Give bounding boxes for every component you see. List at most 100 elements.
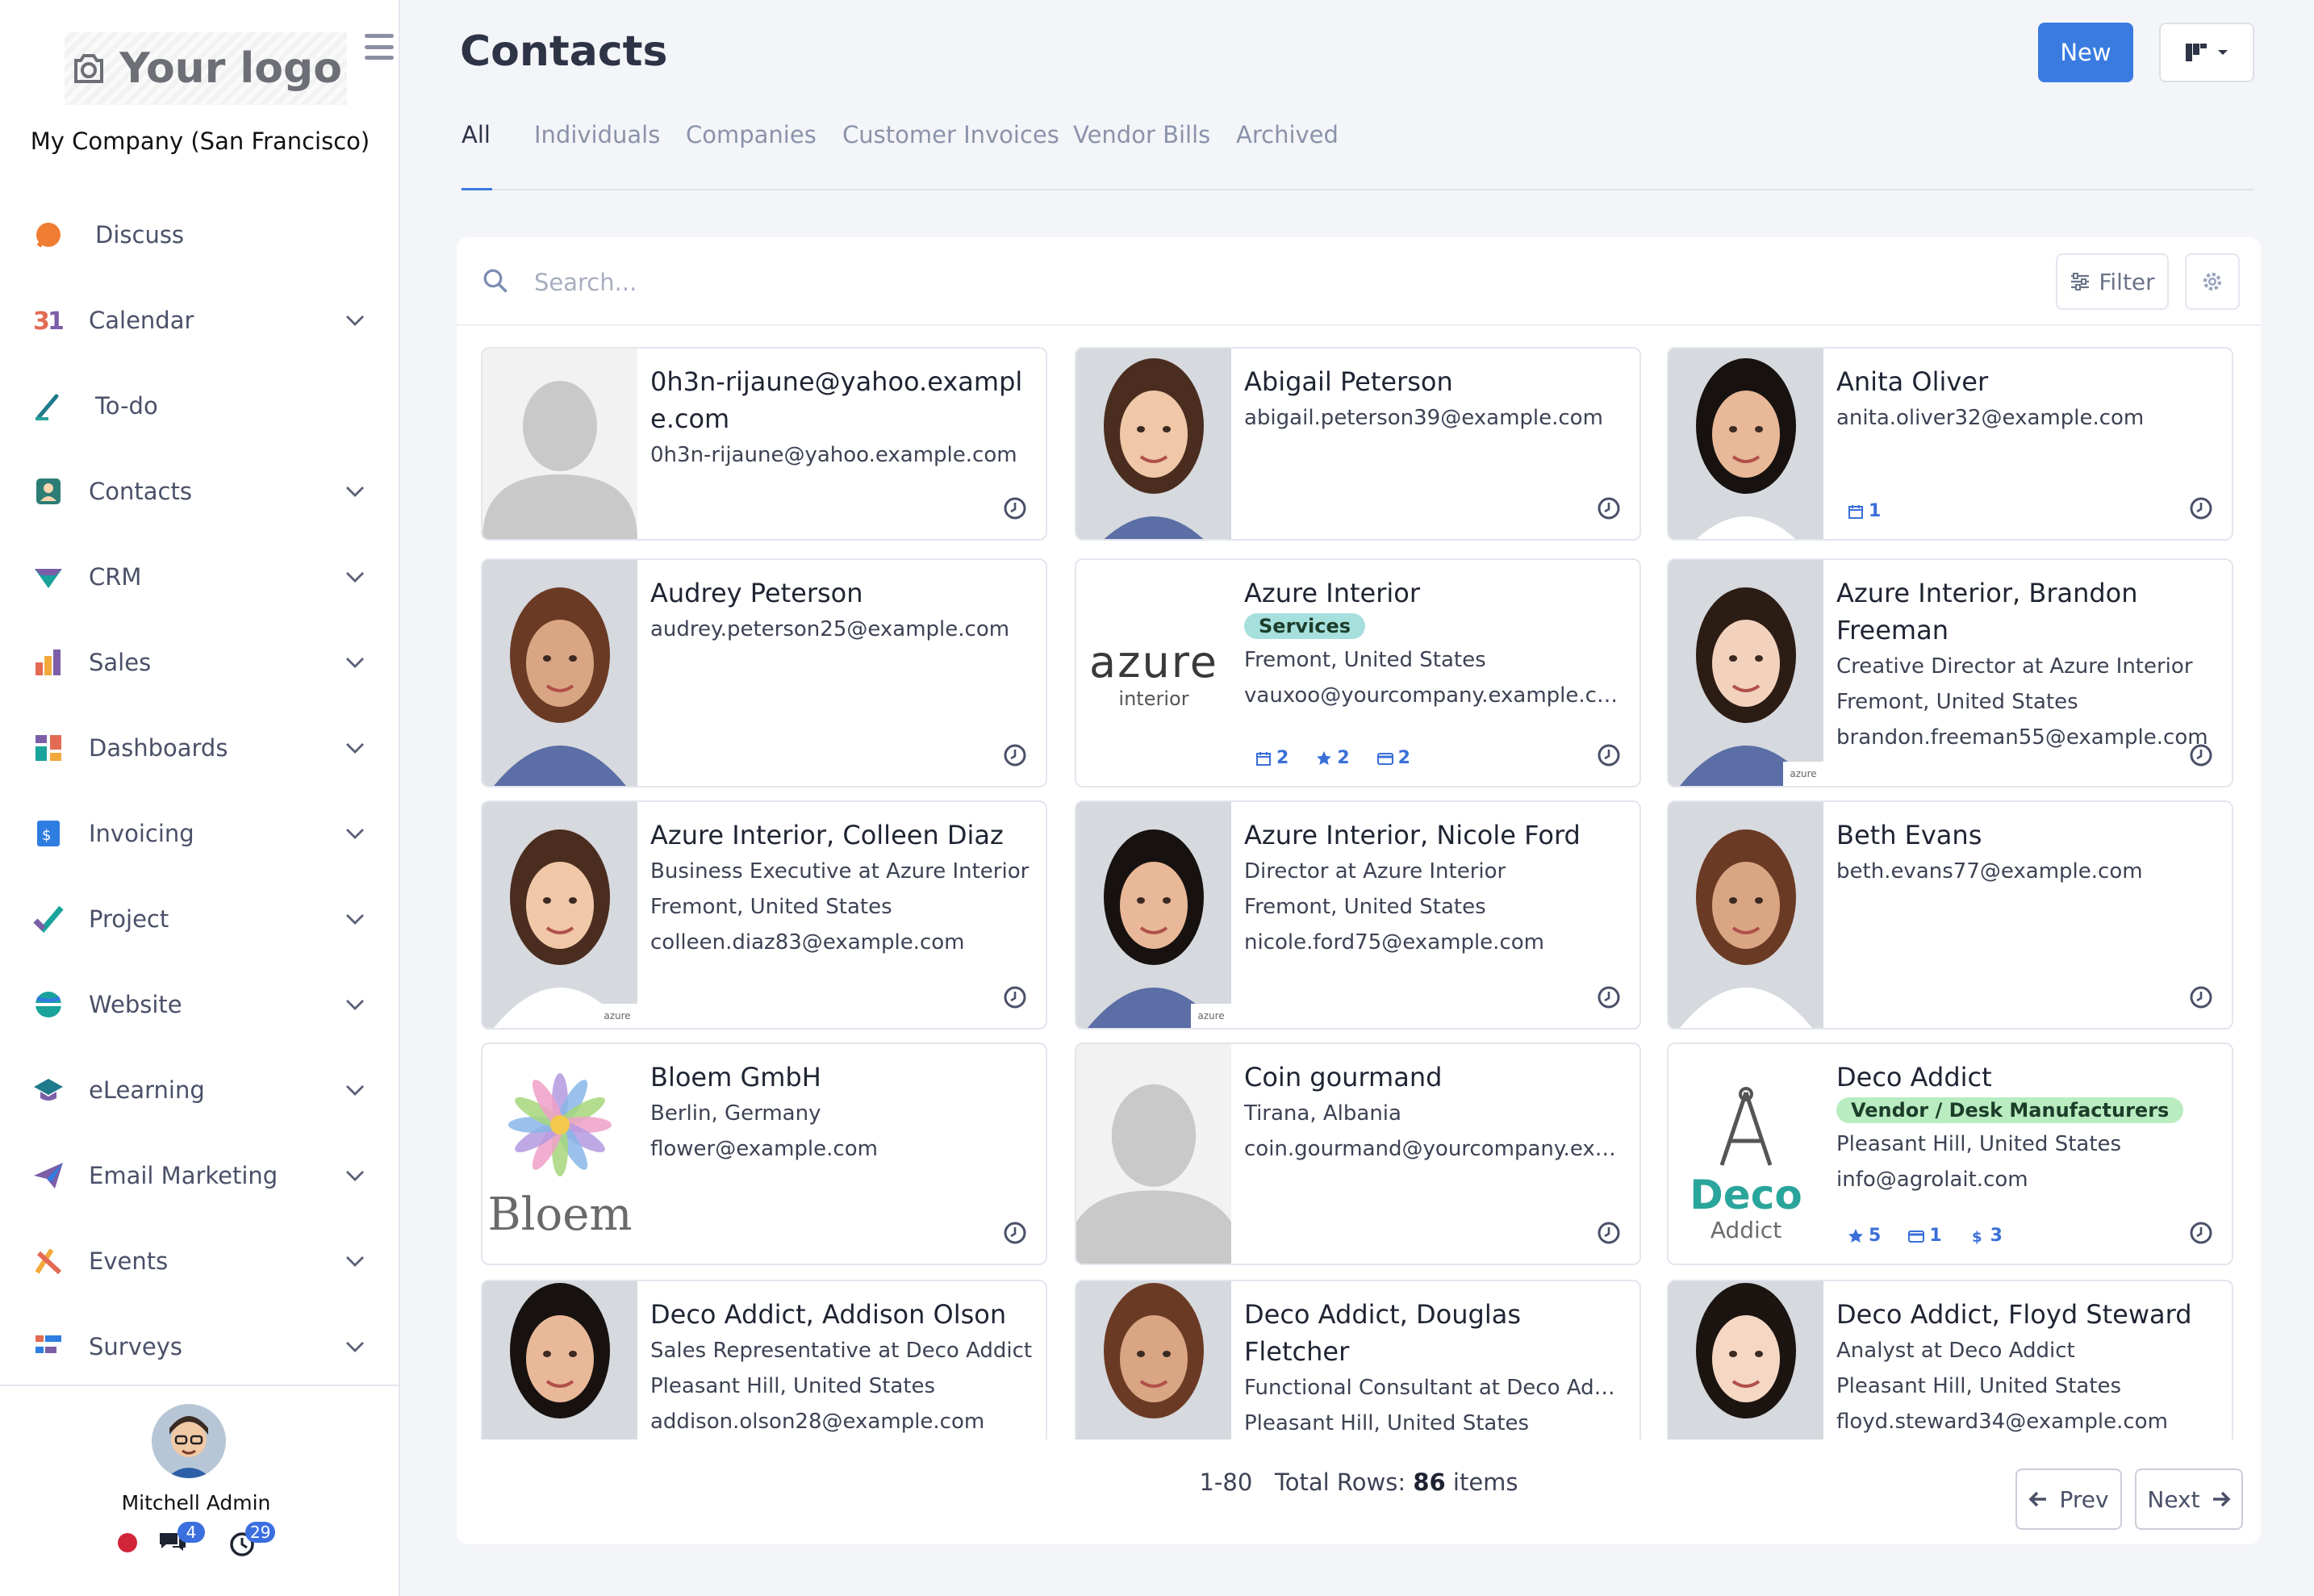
clock-icon[interactable]	[1596, 984, 1622, 1010]
sidebar-item-label: Events	[89, 1247, 169, 1275]
clock-icon[interactable]	[1002, 1220, 1028, 1246]
camera-icon	[74, 54, 104, 83]
sidebar-item-sales[interactable]: Sales	[0, 626, 400, 699]
sidebar-item-surveys[interactable]: Surveys	[0, 1310, 400, 1383]
sidebar-item-email-marketing[interactable]: Email Marketing	[0, 1139, 400, 1212]
user-avatar[interactable]	[152, 1404, 226, 1478]
tab-customer-invoices[interactable]: Customer Invoices	[842, 121, 1059, 148]
menu-toggle-icon[interactable]	[365, 34, 394, 60]
stat-card[interactable]: 1	[1908, 1226, 1942, 1246]
sidebar-item-contacts[interactable]: Contacts	[0, 455, 400, 528]
sidebar-item-to-do[interactable]: To-do	[0, 370, 400, 442]
chevron-down-icon[interactable]	[344, 566, 366, 588]
clock-icon[interactable]	[1596, 495, 1622, 521]
contact-card[interactable]: azure interior Azure Interior Services Fremo…	[1075, 558, 1641, 788]
sidebar-item-invoicing[interactable]: $ Invoicing	[0, 797, 400, 870]
svg-text:$: $	[42, 827, 51, 844]
gear-icon	[2203, 273, 2221, 290]
contact-card[interactable]: azure Azure Interior, Brandon Freeman Crea…	[1667, 558, 2233, 788]
contact-card[interactable]: Bloem Bloem GmbH Berlin, Germany flower@exa…	[481, 1042, 1047, 1265]
stat-calendar[interactable]: 2	[1255, 748, 1289, 768]
view-switcher-button[interactable]	[2159, 23, 2254, 82]
company-logo[interactable]: Your logo	[65, 32, 347, 105]
contact-card[interactable]: Deco Addict, Addison Olson Sales Represen…	[481, 1280, 1047, 1439]
contact-card[interactable]: Audrey Peterson audrey.peterson25@example…	[481, 558, 1047, 788]
sidebar-item-elearning[interactable]: eLearning	[0, 1054, 400, 1126]
tab-all[interactable]: All	[462, 121, 491, 148]
chevron-down-icon[interactable]	[344, 1335, 366, 1358]
clock-icon[interactable]	[2188, 1220, 2214, 1246]
sidebar-item-dashboards[interactable]: Dashboards	[0, 712, 400, 784]
chevron-down-icon[interactable]	[344, 309, 366, 332]
company-name[interactable]: My Company (San Francisco)	[0, 127, 400, 155]
sidebar-item-label: Discuss	[95, 221, 185, 249]
clock-icon[interactable]	[1596, 742, 1622, 768]
filter-button[interactable]: Filter	[2056, 253, 2169, 310]
clock-icon[interactable]	[2188, 984, 2214, 1010]
contact-card[interactable]: Beth Evans beth.evans77@example.com	[1667, 800, 2233, 1030]
contact-card[interactable]: Deco Addict, Douglas Fletcher Functional …	[1075, 1280, 1641, 1439]
chevron-down-icon[interactable]	[344, 1250, 366, 1272]
stat-card[interactable]: 2	[1376, 748, 1410, 768]
sidebar-item-label: Project	[89, 905, 169, 933]
chevron-down-icon[interactable]	[344, 1079, 366, 1101]
contact-card[interactable]: Anita Oliver anita.oliver32@example.com 1	[1667, 347, 2233, 541]
stat-star[interactable]: 5	[1848, 1226, 1881, 1246]
sidebar-item-events[interactable]: Events	[0, 1225, 400, 1297]
stat-value: 2	[1276, 748, 1289, 768]
sidebar-item-calendar[interactable]: 3 1 Calendar	[0, 284, 400, 357]
chevron-down-icon[interactable]	[344, 480, 366, 503]
next-label: Next	[2147, 1485, 2200, 1513]
contact-card[interactable]: Deco Addict, Floyd Steward Analyst at Dec…	[1667, 1280, 2233, 1439]
prev-button[interactable]: Prev	[2015, 1469, 2122, 1530]
contact-card[interactable]: 0h3n-rijaune@yahoo.example.com 0h3n-rijau…	[481, 347, 1047, 541]
search-input[interactable]	[534, 258, 1986, 307]
sales-icon	[32, 646, 65, 679]
new-button[interactable]: New	[2038, 23, 2133, 82]
clock-icon[interactable]	[2188, 495, 2214, 521]
events-icon	[32, 1245, 65, 1277]
contact-card[interactable]: azure Azure Interior, Nicole Ford Director…	[1075, 800, 1641, 1030]
contact-info-line: coin.gourmand@yourcompany.exampl...	[1244, 1137, 1628, 1161]
next-button[interactable]: Next	[2135, 1469, 2243, 1530]
sidebar-item-website[interactable]: Website	[0, 968, 400, 1041]
contacts-grid: 0h3n-rijaune@yahoo.example.com 0h3n-rijau…	[481, 347, 2240, 1439]
contact-card[interactable]: Abigail Peterson abigail.peterson39@examp…	[1075, 347, 1641, 541]
clock-icon[interactable]	[1002, 742, 1028, 768]
star-icon	[1317, 750, 1332, 765]
tab-archived[interactable]: Archived	[1236, 121, 1339, 148]
chevron-down-icon[interactable]	[344, 993, 366, 1016]
contact-image	[1076, 1281, 1231, 1439]
contact-card[interactable]: azure Azure Interior, Colleen Diaz Busines…	[481, 800, 1047, 1030]
stat-dollar[interactable]: $3	[1969, 1226, 2003, 1246]
tab-vendor-bills[interactable]: Vendor Bills	[1073, 121, 1210, 148]
clock-icon[interactable]	[1002, 984, 1028, 1010]
contact-name: Deco Addict	[1836, 1062, 1992, 1093]
contact-info-line: Berlin, Germany	[650, 1101, 821, 1126]
stat-star[interactable]: 2	[1316, 748, 1350, 768]
clock-icon[interactable]	[2188, 742, 2214, 768]
chevron-down-icon[interactable]	[344, 651, 366, 674]
card-icon	[1908, 1230, 1925, 1243]
settings-button[interactable]	[2185, 253, 2240, 310]
chevron-down-icon[interactable]	[344, 822, 366, 845]
contact-card[interactable]: Deco Addict Deco Addict Vendor / Desk Manuf…	[1667, 1042, 2233, 1265]
chevron-down-icon[interactable]	[344, 1164, 366, 1187]
clock-icon[interactable]	[1596, 1220, 1622, 1246]
sidebar-item-crm[interactable]: CRM	[0, 541, 400, 613]
search-bar: Filter	[457, 237, 2261, 326]
chevron-down-icon[interactable]	[344, 908, 366, 930]
tab-companies[interactable]: Companies	[686, 121, 817, 148]
tab-individuals[interactable]: Individuals	[534, 121, 660, 148]
chevron-down-icon[interactable]	[344, 737, 366, 759]
contact-card[interactable]: Coin gourmand Tirana, Albania coin.gourman…	[1075, 1042, 1641, 1265]
prev-label: Prev	[2059, 1485, 2109, 1513]
clock-icon[interactable]	[1002, 495, 1028, 521]
sidebar-item-discuss[interactable]: Discuss	[0, 198, 400, 271]
stat-calendar[interactable]: 1	[1848, 501, 1881, 521]
contact-info-line: Pleasant Hill, United States	[1836, 1132, 2122, 1156]
contact-details: Deco Addict, Floyd Steward Analyst at Dec…	[1836, 1296, 2220, 1439]
invoicing-icon: $	[32, 817, 65, 850]
pager-total-label: Total Rows:	[1274, 1469, 1406, 1496]
sidebar-item-project[interactable]: Project	[0, 883, 400, 955]
